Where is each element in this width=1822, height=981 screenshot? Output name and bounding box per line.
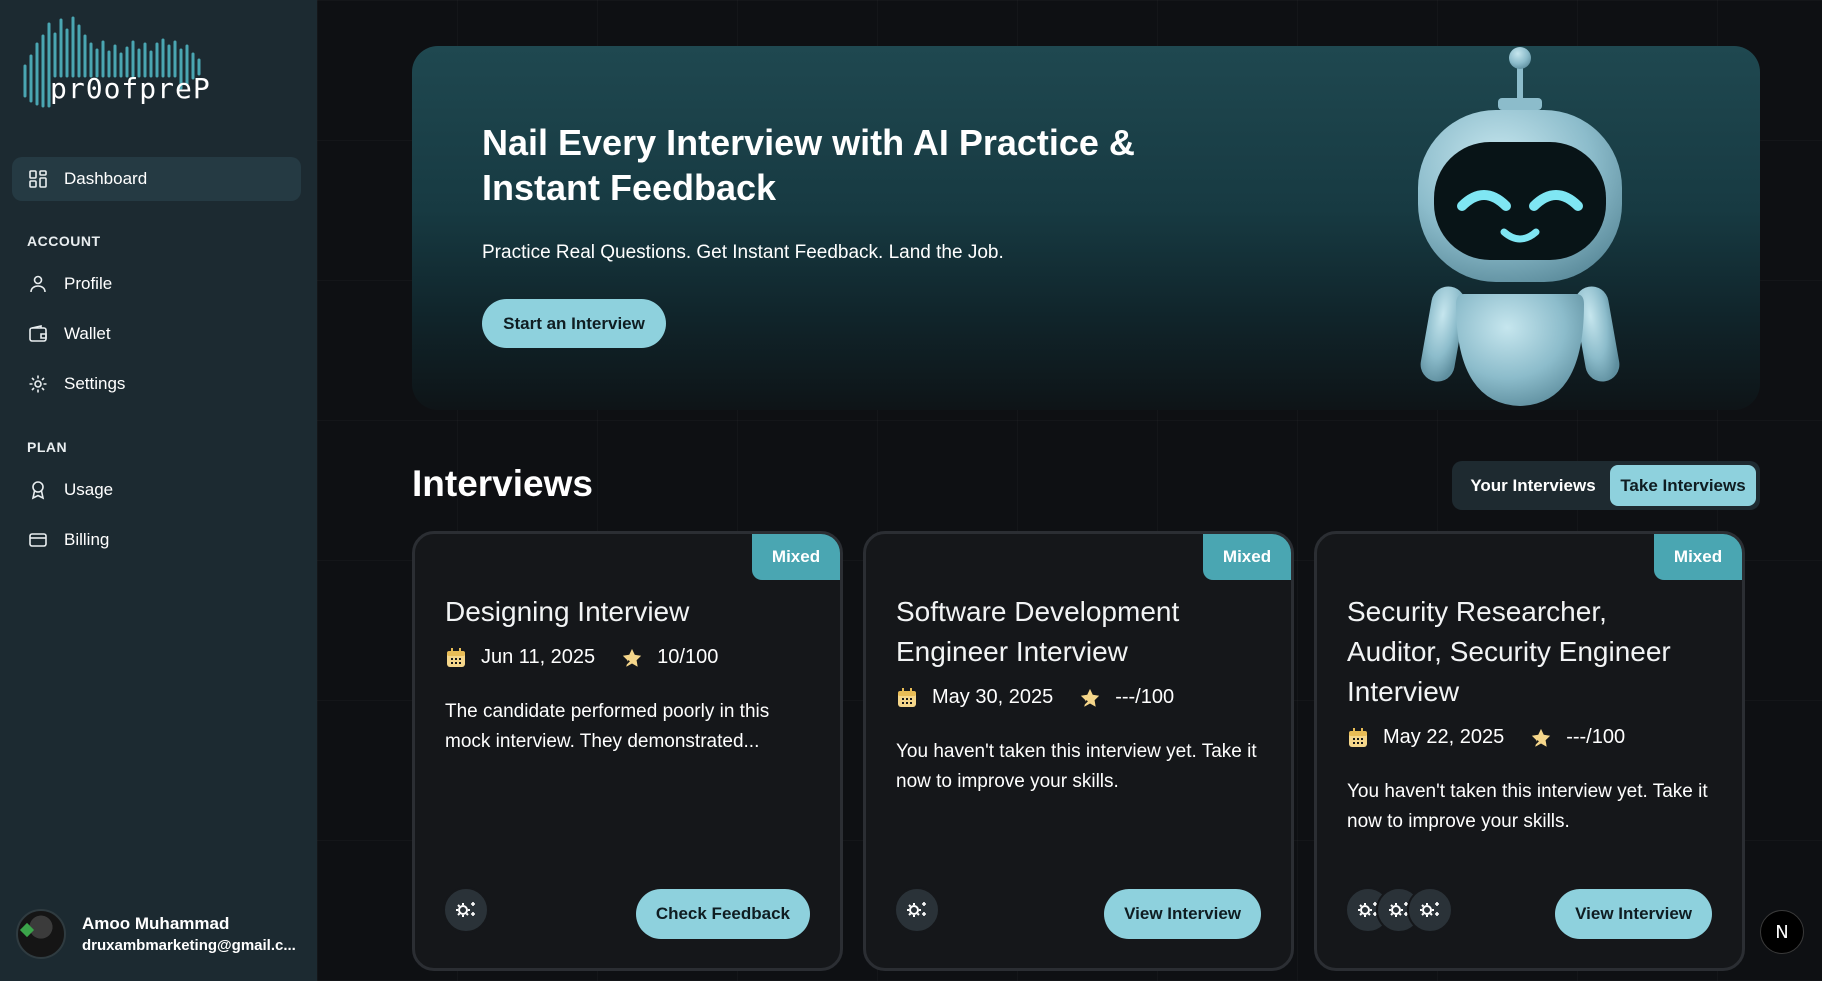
calendar-icon: [1347, 727, 1369, 749]
calendar-icon: [896, 687, 918, 709]
sidebar-item-profile[interactable]: Profile: [12, 262, 301, 306]
card-description: You haven't taken this interview yet. Ta…: [896, 741, 1257, 792]
user-profile[interactable]: Amoo Muhammad druxambmarketing@gmail.c..…: [16, 908, 296, 960]
sidebar-item-usage[interactable]: Usage: [12, 468, 301, 512]
card-score: 10/100: [657, 646, 719, 668]
view-interview-button[interactable]: View Interview: [1104, 889, 1261, 939]
sidebar-item-label: Wallet: [64, 324, 111, 343]
card-meta: May 22, 2025 ---/100: [1347, 726, 1625, 749]
avatar: [16, 909, 66, 959]
type-badge: Mixed: [1203, 534, 1291, 580]
wallet-icon: [28, 324, 48, 344]
card-description: You haven't taken this interview yet. Ta…: [1347, 781, 1708, 832]
robot-illustration-icon: [1418, 47, 1622, 406]
user-icon: [28, 274, 48, 294]
sidebar-item-label: Dashboard: [64, 169, 148, 188]
star-icon: [621, 647, 643, 669]
type-badge: Mixed: [1654, 534, 1742, 580]
start-interview-button[interactable]: Start an Interview: [482, 299, 666, 348]
sidebar-item-label: Profile: [64, 274, 113, 293]
credit-card-icon: [28, 530, 48, 550]
interviews-toggle: Your Interviews Take Interviews: [1452, 461, 1760, 510]
card-date: May 30, 2025: [932, 686, 1054, 708]
dashboard-grid-icon: [28, 169, 48, 189]
sidebar-item-settings[interactable]: Settings: [12, 362, 301, 406]
sidebar-item-wallet[interactable]: Wallet: [12, 312, 301, 356]
card-title: Designing Interview: [445, 596, 690, 627]
calendar-icon: [445, 647, 467, 669]
tech-stack: [443, 887, 489, 933]
tech-stack: [1345, 887, 1453, 933]
sidebar-item-label: Usage: [64, 480, 114, 499]
section-label-account: ACCOUNT: [27, 233, 101, 249]
user-email: druxambmarketing@gmail.c...: [82, 937, 296, 954]
tech-icon: [1407, 887, 1453, 933]
interview-card: Mixed Security Researcher, Auditor, Secu…: [1314, 531, 1745, 971]
type-badge: Mixed: [752, 534, 840, 580]
check-feedback-button[interactable]: Check Feedback: [635, 889, 810, 939]
next-dev-badge[interactable]: N: [1760, 910, 1804, 954]
tab-take-interviews[interactable]: Take Interviews: [1610, 465, 1756, 506]
star-icon: [1530, 727, 1552, 749]
logo-text: pr0ofpreP: [50, 72, 211, 105]
card-description: The candidate performed poorly in this m…: [445, 701, 770, 752]
hero-subtitle: Practice Real Questions. Get Instant Fee…: [482, 242, 1004, 263]
card-title: Security Researcher, Auditor, Security E…: [1347, 596, 1671, 707]
card-meta: Jun 11, 2025 10/100: [445, 646, 718, 669]
hero-title: Nail Every Interview with AI Practice & …: [482, 122, 1135, 208]
sidebar-item-billing[interactable]: Billing: [12, 518, 301, 562]
card-date: May 22, 2025: [1383, 726, 1505, 748]
hero-banner: Nail Every Interview with AI Practice & …: [412, 46, 1760, 410]
interview-card: Mixed Software Development Engineer Inte…: [863, 531, 1294, 971]
sidebar-item-dashboard[interactable]: Dashboard: [12, 157, 301, 201]
sidebar: pr0ofpreP Dashboard ACCOUNT Profile Wall…: [0, 0, 317, 981]
interviews-title: Interviews: [412, 463, 593, 504]
tech-icon: [894, 887, 940, 933]
card-date: Jun 11, 2025: [481, 646, 596, 668]
tab-your-interviews[interactable]: Your Interviews: [1456, 465, 1610, 506]
card-score: ---/100: [1115, 686, 1175, 708]
user-name: Amoo Muhammad: [82, 914, 230, 933]
card-score: ---/100: [1566, 726, 1626, 748]
tech-stack: [894, 887, 940, 933]
card-title: Software Development Engineer Interview: [896, 596, 1180, 667]
section-label-plan: PLAN: [27, 439, 68, 455]
ribbon-icon: [28, 480, 48, 500]
interview-card: Mixed Designing Interview Jun 11, 2025 1…: [412, 531, 843, 971]
sidebar-item-label: Billing: [64, 530, 110, 549]
sidebar-item-label: Settings: [64, 374, 126, 393]
star-icon: [1079, 687, 1101, 709]
logo[interactable]: pr0ofpreP: [22, 16, 210, 112]
view-interview-button[interactable]: View Interview: [1555, 889, 1712, 939]
card-meta: May 30, 2025 ---/100: [896, 686, 1174, 709]
gear-icon: [28, 374, 48, 394]
tech-icon: [443, 887, 489, 933]
